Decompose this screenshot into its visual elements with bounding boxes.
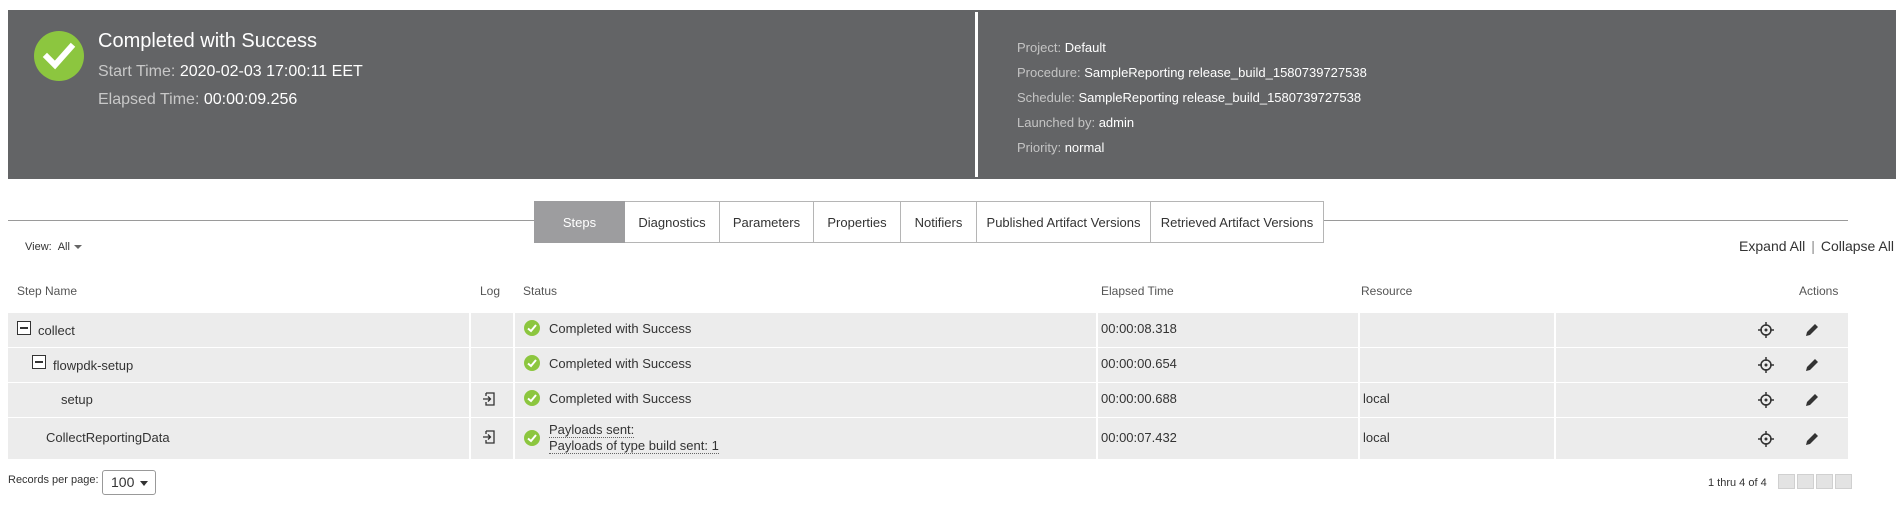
header-divider <box>975 12 978 177</box>
step-status: Completed with Success <box>549 356 692 371</box>
step-elapsed: 00:00:00.688 <box>1101 391 1177 406</box>
table-row[interactable]: flowpdk-setup Completed with Success 00:… <box>8 348 1848 382</box>
meta-launched-by: Launched by: admin <box>1017 115 1135 130</box>
meta-procedure: Procedure: SampleReporting release_build… <box>1017 65 1367 80</box>
edit-pencil-icon[interactable] <box>1804 392 1820 408</box>
tab-steps[interactable]: Steps <box>534 201 625 243</box>
collapse-toggle-icon[interactable] <box>32 355 46 369</box>
edit-pencil-icon[interactable] <box>1804 322 1820 338</box>
col-actions: Actions <box>1799 284 1839 298</box>
col-log: Log <box>480 284 501 298</box>
col-status[interactable]: Status <box>523 284 557 298</box>
tab-retrieved-artifact-versions[interactable]: Retrieved Artifact Versions <box>1151 201 1324 243</box>
step-name[interactable]: CollectReportingData <box>46 430 170 445</box>
log-file-icon[interactable] <box>482 430 496 444</box>
pagination-range: 1 thru 4 of 4 <box>1708 477 1767 489</box>
tab-notifiers[interactable]: Notifiers <box>901 201 977 243</box>
collapse-all-link[interactable]: Collapse All <box>1821 238 1894 254</box>
step-status: Completed with Success <box>549 321 692 336</box>
step-name[interactable]: flowpdk-setup <box>53 358 133 373</box>
edit-pencil-icon[interactable] <box>1804 431 1820 447</box>
expand-collapse-controls: Expand All | Collapse All <box>1739 238 1894 254</box>
expand-all-link[interactable]: Expand All <box>1739 238 1805 254</box>
step-elapsed: 00:00:07.432 <box>1101 430 1177 445</box>
table-row[interactable]: CollectReportingData Payloads sent: Payl… <box>8 418 1848 459</box>
chevron-down-icon <box>140 481 148 486</box>
meta-schedule: Schedule: SampleReporting release_build_… <box>1017 90 1362 105</box>
crosshair-icon[interactable] <box>1758 431 1774 447</box>
elapsed-time: Elapsed Time: 00:00:09.256 <box>98 91 298 108</box>
step-resource: local <box>1363 430 1390 445</box>
job-summary-header: Completed with Success Start Time: 2020-… <box>8 10 1896 179</box>
success-check-icon <box>34 31 84 81</box>
crosshair-icon[interactable] <box>1758 392 1774 408</box>
collapse-toggle-icon[interactable] <box>17 321 31 335</box>
success-icon <box>524 430 540 446</box>
step-elapsed: 00:00:00.654 <box>1101 356 1177 371</box>
col-elapsed-time[interactable]: Elapsed Time <box>1101 284 1174 298</box>
meta-priority: Priority: normal <box>1017 140 1105 155</box>
records-per-page-label: Records per page: <box>8 474 99 486</box>
step-status-summary: Payloads sent: Payloads of type build se… <box>549 422 719 454</box>
step-resource: local <box>1363 391 1390 406</box>
success-icon <box>524 355 540 371</box>
first-page-icon[interactable] <box>1778 474 1795 489</box>
table-row[interactable]: collect Completed with Success 00:00:08.… <box>8 313 1848 347</box>
start-time: Start Time: 2020-02-03 17:00:11 EET <box>98 63 363 80</box>
crosshair-icon[interactable] <box>1758 322 1774 338</box>
tab-diagnostics[interactable]: Diagnostics <box>625 201 720 243</box>
table-row[interactable]: setup Completed with Success 00:00:00.68… <box>8 383 1848 417</box>
success-icon <box>524 390 540 406</box>
tab-properties[interactable]: Properties <box>814 201 901 243</box>
col-resource[interactable]: Resource <box>1361 284 1412 298</box>
step-status: Completed with Success <box>549 391 692 406</box>
chevron-down-icon <box>73 245 82 250</box>
payload-sent-line: Payloads sent: <box>549 422 635 438</box>
payload-type-line: Payloads of type build sent: 1 <box>549 438 719 454</box>
crosshair-icon[interactable] <box>1758 357 1774 373</box>
records-per-page-select[interactable]: 100 <box>102 470 156 495</box>
step-elapsed: 00:00:08.318 <box>1101 321 1177 336</box>
last-page-icon[interactable] <box>1835 474 1852 489</box>
tab-published-artifact-versions[interactable]: Published Artifact Versions <box>977 201 1151 243</box>
tab-parameters[interactable]: Parameters <box>720 201 814 243</box>
success-icon <box>524 320 540 336</box>
step-name[interactable]: setup <box>61 392 93 407</box>
meta-project: Project: Default <box>1017 40 1106 55</box>
job-status-title: Completed with Success <box>98 30 317 52</box>
next-page-icon[interactable] <box>1816 474 1833 489</box>
prev-page-icon[interactable] <box>1797 474 1814 489</box>
view-filter[interactable]: View: All <box>25 241 82 253</box>
log-file-icon[interactable] <box>482 392 496 406</box>
col-step-name[interactable]: Step Name <box>17 284 77 298</box>
tab-bar: Steps Diagnostics Parameters Properties … <box>534 201 1324 243</box>
edit-pencil-icon[interactable] <box>1804 357 1820 373</box>
step-name[interactable]: collect <box>38 323 75 338</box>
